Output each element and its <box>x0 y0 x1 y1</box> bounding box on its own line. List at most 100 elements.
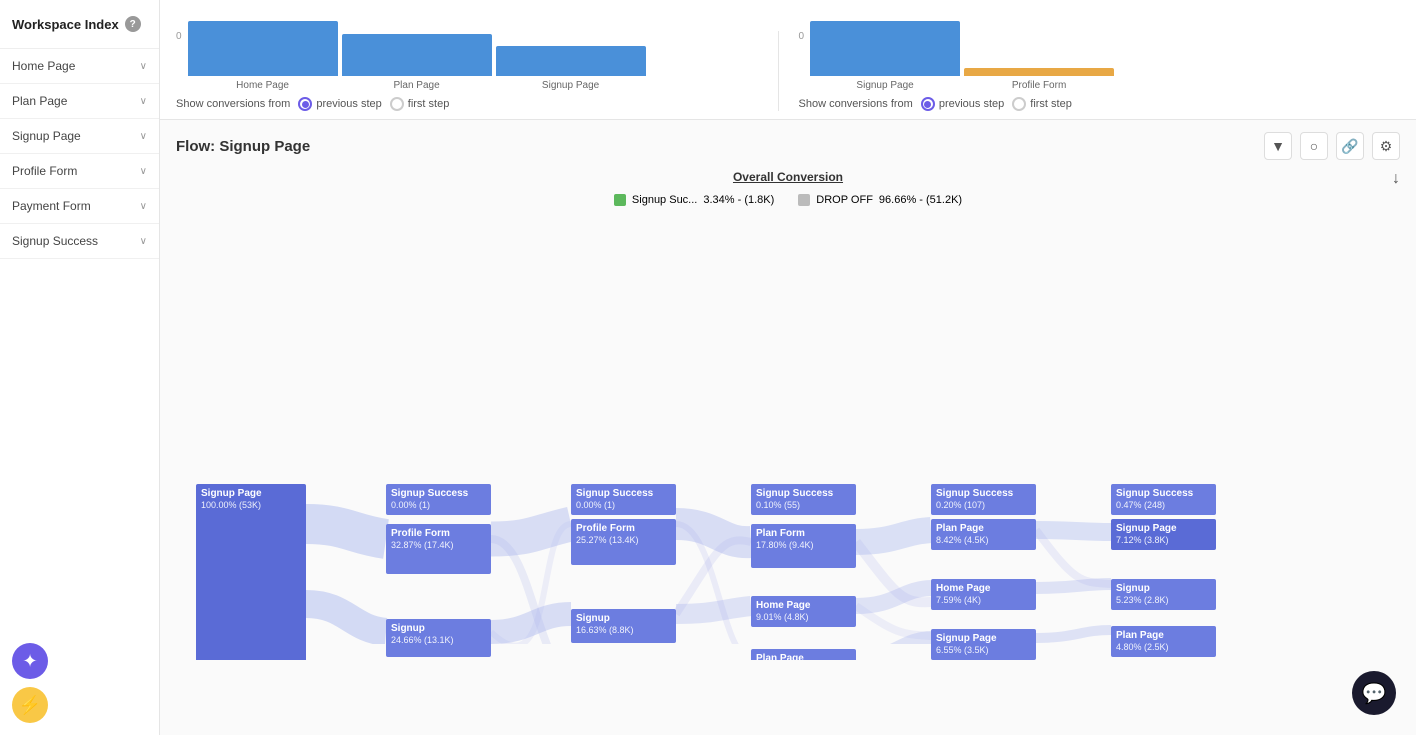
sidebar-items: Home Page∨Plan Page∨Signup Page∨Profile … <box>0 49 159 259</box>
node-pct-n25: Signup Success <box>1116 487 1211 500</box>
download-button[interactable]: ↓ <box>1392 170 1400 188</box>
bar-home-page: Home Page <box>188 21 338 91</box>
sankey-node-n26[interactable]: Signup Page7.12% (3.8K) <box>1111 519 1216 550</box>
legend-dropoff: DROP OFF 96.66% - (51.2K) <box>798 194 962 206</box>
funnel-right: 0 Signup Page Profile Form Show conversi… <box>779 31 1401 111</box>
sankey-node-n0[interactable]: Signup Page100.00% (53K) <box>196 484 306 660</box>
bar-signup-label: Signup Page <box>542 80 599 91</box>
sidebar-label-plan-page: Plan Page <box>12 94 67 108</box>
radio-first-left[interactable]: first step <box>390 97 450 111</box>
show-conversions-label-left: Show conversions from <box>176 98 290 110</box>
bar-profile-right: Profile Form <box>964 68 1114 91</box>
sidebar-bottom: ✦ ⚡ <box>0 631 159 735</box>
workspace-icon[interactable]: ✦ <box>12 643 48 679</box>
legend-row: Signup Suc... 3.34% - (1.8K) DROP OFF 96… <box>160 190 1416 214</box>
radio-previous-right[interactable]: previous step <box>921 97 1004 111</box>
legend-dot-dropoff <box>798 194 810 206</box>
legend-success-label: Signup Suc... <box>632 194 697 206</box>
sankey-node-n28[interactable]: Plan Page4.80% (2.5K) <box>1111 626 1216 657</box>
bar-signup-page: Signup Page <box>496 46 646 91</box>
node-pct-n16: Plan Page <box>756 652 851 660</box>
conversion-row-right: Show conversions from previous step firs… <box>799 97 1389 111</box>
node-count-n3: 24.66% (13.1K) <box>391 635 486 647</box>
funnel-left-bars: 0 Home Page Plan Page Signup Page <box>176 31 766 91</box>
sankey-node-n2[interactable]: Profile Form32.87% (17.4K) <box>386 524 491 574</box>
sankey-node-n13[interactable]: Signup Success0.10% (55) <box>751 484 856 515</box>
chevron-signup-page: ∨ <box>140 131 147 142</box>
sankey-node-n1[interactable]: Signup Success0.00% (1) <box>386 484 491 515</box>
sankey-node-n21[interactable]: Home Page7.59% (4K) <box>931 579 1036 610</box>
flash-icon[interactable]: ⚡ <box>12 687 48 723</box>
node-pct-n8: Profile Form <box>576 522 671 535</box>
circle-button[interactable]: ○ <box>1300 132 1328 160</box>
node-pct-n27: Signup <box>1116 582 1211 595</box>
node-pct-n14: Plan Form <box>756 527 851 540</box>
legend-dropoff-extra: 96.66% - (51.2K) <box>879 194 962 206</box>
flow-header: Flow: Signup Page ▼ ○ 🔗 ⚙ <box>160 120 1416 168</box>
node-pct-n13: Signup Success <box>756 487 851 500</box>
node-count-n8: 25.27% (13.4K) <box>576 535 671 547</box>
node-count-n1: 0.00% (1) <box>391 500 486 512</box>
sidebar-item-home-page[interactable]: Home Page∨ <box>0 49 159 84</box>
node-count-n19: 0.20% (107) <box>936 500 1031 512</box>
node-pct-n15: Home Page <box>756 599 851 612</box>
chevron-home-page: ∨ <box>140 61 147 72</box>
sankey-node-n9[interactable]: Signup16.63% (8.8K) <box>571 609 676 643</box>
bar-home-label: Home Page <box>236 80 289 91</box>
sankey-node-n19[interactable]: Signup Success0.20% (107) <box>931 484 1036 515</box>
sidebar-item-signup-page[interactable]: Signup Page∨ <box>0 119 159 154</box>
node-count-n2: 32.87% (17.4K) <box>391 540 486 552</box>
previous-step-label-right: previous step <box>939 98 1004 110</box>
radio-previous-left[interactable]: previous step <box>298 97 381 111</box>
first-step-label-right: first step <box>1030 98 1072 110</box>
radio-first-circle-left <box>390 97 404 111</box>
flow-title: Flow: Signup Page <box>176 138 310 155</box>
sankey-node-n3[interactable]: Signup24.66% (13.1K) <box>386 619 491 657</box>
sidebar-item-payment-form[interactable]: Payment Form ∨ <box>0 189 159 224</box>
zero-label-right: 0 <box>799 31 805 42</box>
sidebar-item-plan-page[interactable]: Plan Page∨ <box>0 84 159 119</box>
sankey-node-n16[interactable]: Plan Page8.29% (4.4K) <box>751 649 856 660</box>
settings-button[interactable]: ⚙ <box>1372 132 1400 160</box>
sidebar-label-profile-form: Profile Form <box>12 164 77 178</box>
node-count-n14: 17.80% (9.4K) <box>756 540 851 552</box>
node-pct-n3: Signup <box>391 622 486 635</box>
node-pct-n7: Signup Success <box>576 487 671 500</box>
sankey-node-n14[interactable]: Plan Form17.80% (9.4K) <box>751 524 856 568</box>
sidebar-item-signup-success[interactable]: Signup Success∨ <box>0 224 159 259</box>
node-pct-n1: Signup Success <box>391 487 486 500</box>
bar-plan-page: Plan Page <box>342 34 492 91</box>
node-pct-n19: Signup Success <box>936 487 1031 500</box>
node-count-n21: 7.59% (4K) <box>936 595 1031 607</box>
node-pct-n28: Plan Page <box>1116 629 1211 642</box>
sankey-container: Signup Page100.00% (53K)Signup Success0.… <box>160 214 1416 660</box>
sankey-node-n8[interactable]: Profile Form25.27% (13.4K) <box>571 519 676 565</box>
filter-button[interactable]: ▼ <box>1264 132 1292 160</box>
sidebar-item-profile-form[interactable]: Profile Form∨ <box>0 154 159 189</box>
sidebar-label-payment-form: Payment Form <box>12 199 91 213</box>
help-icon[interactable]: ? <box>125 16 141 32</box>
chat-button[interactable]: 💬 <box>1352 671 1396 715</box>
node-pct-n0: Signup Page <box>201 487 301 500</box>
funnel-left: 0 Home Page Plan Page Signup Page Show c… <box>176 31 779 111</box>
node-count-n20: 8.42% (4.5K) <box>936 535 1031 547</box>
sankey-node-n22[interactable]: Signup Page6.55% (3.5K) <box>931 629 1036 660</box>
flow-toolbar: ▼ ○ 🔗 ⚙ <box>1264 132 1400 160</box>
node-count-n13: 0.10% (55) <box>756 500 851 512</box>
chevron-payment-form: ∨ <box>140 201 147 212</box>
radio-first-right[interactable]: first step <box>1012 97 1072 111</box>
node-pct-n21: Home Page <box>936 582 1031 595</box>
link-button[interactable]: 🔗 <box>1336 132 1364 160</box>
node-count-n26: 7.12% (3.8K) <box>1116 535 1211 547</box>
bar-signup-r <box>810 21 960 76</box>
sankey-node-n15[interactable]: Home Page9.01% (4.8K) <box>751 596 856 627</box>
sankey-node-n20[interactable]: Plan Page8.42% (4.5K) <box>931 519 1036 550</box>
sankey-node-n25[interactable]: Signup Success0.47% (248) <box>1111 484 1216 515</box>
bar-signup-label-right: Signup Page <box>856 80 913 91</box>
sankey-node-n27[interactable]: Signup5.23% (2.8K) <box>1111 579 1216 610</box>
node-count-n22: 6.55% (3.5K) <box>936 645 1031 657</box>
node-count-n7: 0.00% (1) <box>576 500 671 512</box>
sidebar-header: Workspace Index ? <box>0 0 159 49</box>
sankey-node-n7[interactable]: Signup Success0.00% (1) <box>571 484 676 515</box>
flow-section: Flow: Signup Page ▼ ○ 🔗 ⚙ Overall Conver… <box>160 120 1416 735</box>
